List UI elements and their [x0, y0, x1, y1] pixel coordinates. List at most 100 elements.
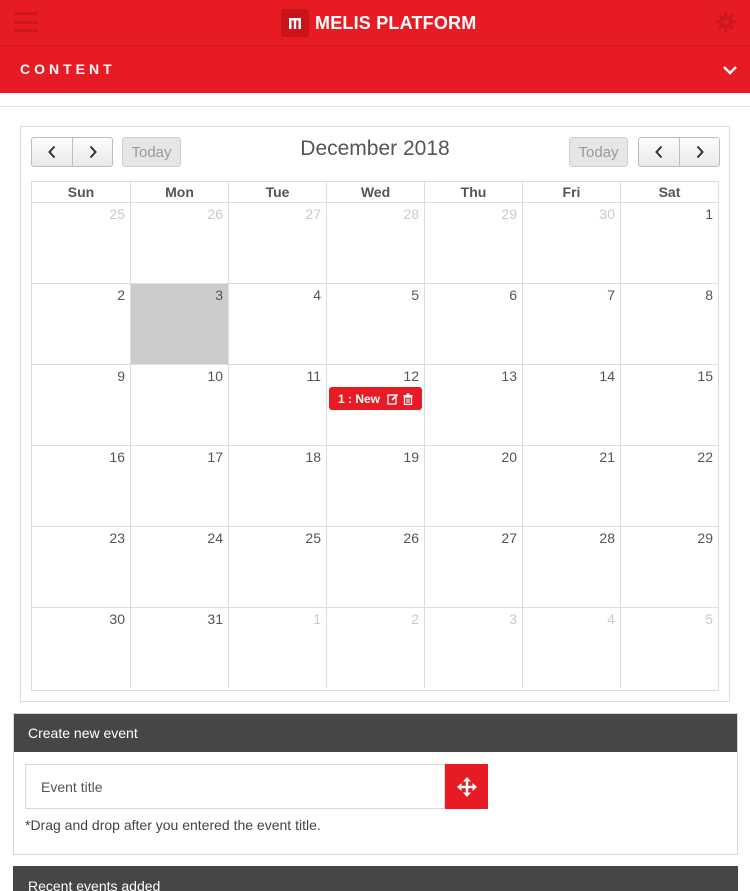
- day-cell[interactable]: 29: [424, 203, 522, 283]
- day-cell[interactable]: 18: [228, 446, 326, 526]
- day-cell[interactable]: 29: [620, 527, 718, 607]
- drag-event-button[interactable]: [445, 764, 488, 809]
- day-number: 29: [501, 206, 517, 222]
- day-number: 6: [509, 287, 517, 303]
- day-number: 19: [403, 449, 419, 465]
- chevron-left-icon: [655, 145, 663, 159]
- day-cell[interactable]: 2: [326, 608, 424, 688]
- day-number: 13: [501, 368, 517, 384]
- day-cell[interactable]: 20: [424, 446, 522, 526]
- day-number: 15: [697, 368, 713, 384]
- day-number: 22: [697, 449, 713, 465]
- day-number: 3: [509, 611, 517, 627]
- trash-icon[interactable]: [402, 393, 414, 405]
- calendar-week-row: 16 17 18 19 20 21 22: [32, 446, 718, 527]
- day-cell[interactable]: 13: [424, 365, 522, 445]
- day-cell[interactable]: 4: [522, 608, 620, 688]
- day-number: 25: [109, 206, 125, 222]
- day-number: 11: [306, 368, 321, 384]
- prev-month-button[interactable]: [639, 138, 679, 166]
- day-cell[interactable]: 4: [228, 284, 326, 364]
- day-cell[interactable]: 22: [620, 446, 718, 526]
- day-cell[interactable]: 21: [522, 446, 620, 526]
- calendar-event[interactable]: 1 : New: [329, 387, 422, 410]
- recent-events-panel: Recent events added: [13, 866, 738, 891]
- calendar-week-row: 23 24 25 26 27 28 29: [32, 527, 718, 608]
- calendar-week-row: 25 26 27 28 29 30 1: [32, 203, 718, 284]
- day-number: 9: [117, 368, 125, 384]
- day-cell[interactable]: 1: [228, 608, 326, 688]
- recent-events-heading: Recent events added: [28, 878, 161, 891]
- weekday-label: Tue: [228, 182, 326, 202]
- day-cell[interactable]: 26: [326, 527, 424, 607]
- day-cell[interactable]: 6: [424, 284, 522, 364]
- day-number: 23: [109, 530, 125, 546]
- day-number: 7: [607, 287, 615, 303]
- day-number: 20: [501, 449, 517, 465]
- day-cell[interactable]: 2: [32, 284, 130, 364]
- weekday-label: Thu: [424, 182, 522, 202]
- weekday-label: Wed: [326, 182, 424, 202]
- next-month-button[interactable]: [679, 138, 719, 166]
- day-cell[interactable]: 3: [424, 608, 522, 688]
- day-cell[interactable]: 30: [522, 203, 620, 283]
- day-cell[interactable]: 26: [130, 203, 228, 283]
- event-title-input[interactable]: [25, 764, 445, 809]
- day-number: 31: [207, 611, 223, 627]
- day-number: 5: [705, 611, 713, 627]
- day-number: 16: [109, 449, 125, 465]
- day-number: 3: [215, 287, 223, 303]
- brand[interactable]: MELIS PLATFORM: [281, 9, 476, 37]
- day-cell[interactable]: 14: [522, 365, 620, 445]
- day-cell[interactable]: 12 1 : New: [326, 365, 424, 445]
- day-number: 10: [207, 368, 223, 384]
- day-cell[interactable]: 19: [326, 446, 424, 526]
- day-cell[interactable]: 28: [522, 527, 620, 607]
- day-cell[interactable]: 5: [620, 608, 718, 688]
- day-number: 30: [109, 611, 125, 627]
- day-number: 28: [599, 530, 615, 546]
- day-cell[interactable]: 5: [326, 284, 424, 364]
- day-cell[interactable]: 28: [326, 203, 424, 283]
- melis-logo-icon: [281, 9, 309, 37]
- content-bar[interactable]: CONTENT: [0, 45, 750, 93]
- day-cell[interactable]: 23: [32, 527, 130, 607]
- edit-icon[interactable]: [387, 393, 399, 405]
- day-cell[interactable]: 15: [620, 365, 718, 445]
- calendar-week-row: 2 3 4 5 6 7 8: [32, 284, 718, 365]
- create-event-header: Create new event: [14, 714, 737, 752]
- today-button-right[interactable]: Today: [569, 137, 628, 167]
- day-number: 2: [117, 287, 125, 303]
- chevron-down-icon[interactable]: [722, 63, 738, 75]
- day-cell[interactable]: 16: [32, 446, 130, 526]
- weekday-header: Sun Mon Tue Wed Thu Fri Sat: [32, 182, 718, 203]
- day-cell[interactable]: 31: [130, 608, 228, 688]
- day-cell[interactable]: 11: [228, 365, 326, 445]
- day-cell[interactable]: 17: [130, 446, 228, 526]
- day-cell[interactable]: 8: [620, 284, 718, 364]
- weekday-label: Fri: [522, 182, 620, 202]
- day-cell[interactable]: 24: [130, 527, 228, 607]
- day-cell[interactable]: 27: [228, 203, 326, 283]
- day-cell[interactable]: 27: [424, 527, 522, 607]
- day-cell[interactable]: 9: [32, 365, 130, 445]
- hamburger-icon[interactable]: [14, 12, 38, 32]
- day-number: 4: [313, 287, 321, 303]
- divider: [0, 106, 750, 107]
- day-number: 30: [599, 206, 615, 222]
- calendar-week-row: 30 31 1 2 3 4 5: [32, 608, 718, 688]
- day-cell[interactable]: 25: [32, 203, 130, 283]
- move-arrows-icon: [456, 776, 477, 797]
- gear-icon[interactable]: [715, 11, 737, 33]
- day-number: 18: [305, 449, 321, 465]
- day-cell[interactable]: 7: [522, 284, 620, 364]
- day-cell[interactable]: 10: [130, 365, 228, 445]
- weekday-label: Sat: [620, 182, 718, 202]
- calendar-panel: Today December 2018 Today Sun Mon Tue Wed Th…: [20, 126, 730, 702]
- day-cell[interactable]: 1: [620, 203, 718, 283]
- day-cell[interactable]: 30: [32, 608, 130, 688]
- day-cell[interactable]: 25: [228, 527, 326, 607]
- day-cell-today[interactable]: 3: [130, 284, 228, 364]
- day-number: 28: [403, 206, 419, 222]
- day-number: 1: [705, 206, 713, 222]
